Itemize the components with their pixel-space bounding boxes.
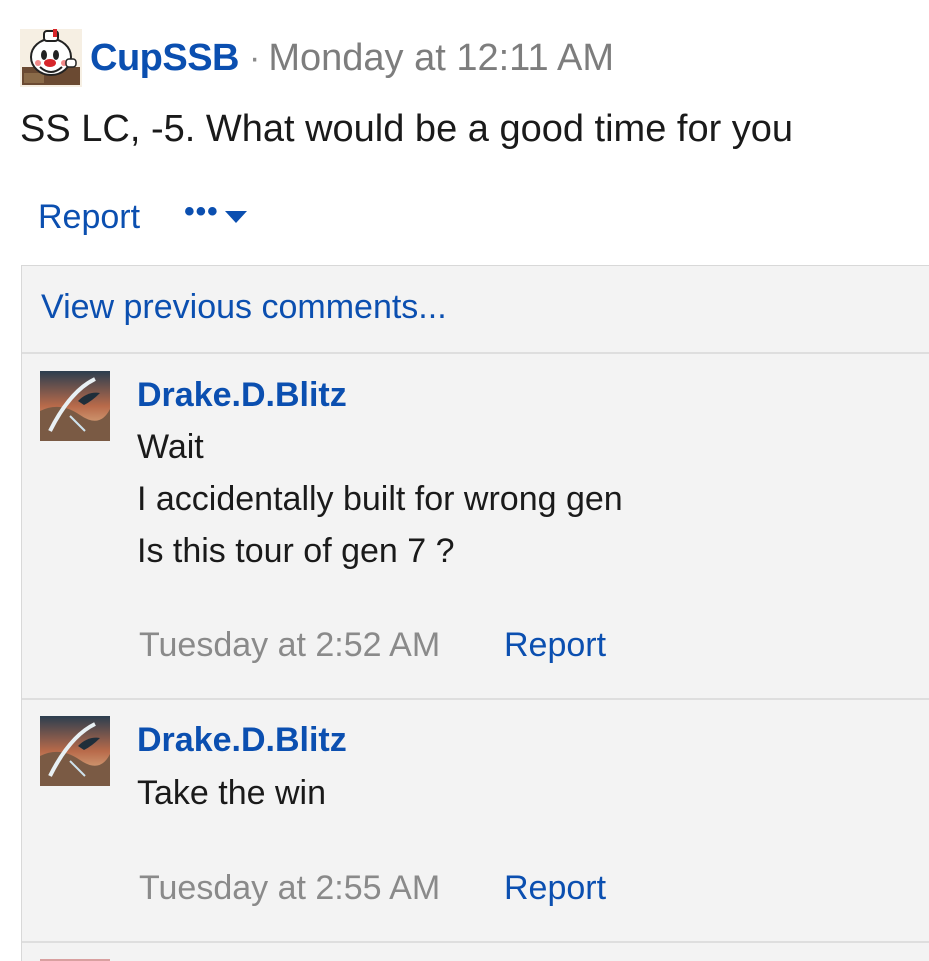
chevron-down-icon: [224, 211, 247, 223]
comment-timestamp[interactable]: Tuesday at 2:55 AM: [139, 869, 440, 908]
post-body-text: SS LC, -5. What would be a good time for…: [20, 108, 794, 150]
post-actions: Report •••: [38, 192, 247, 242]
comment-author-link[interactable]: Drake.D.Blitz: [137, 721, 347, 760]
more-dots-icon: •••: [184, 195, 219, 228]
post-timestamp[interactable]: Monday at 12:11 AM: [268, 37, 614, 80]
comment-report-link[interactable]: Report: [504, 869, 606, 908]
report-link[interactable]: Report: [38, 198, 140, 237]
comment-divider: [22, 941, 929, 943]
cuphead-avatar[interactable]: [20, 29, 82, 87]
comments-section: View previous comments... Drake.D.Blitz: [21, 265, 929, 961]
comment-text-line: Is this tour of gen 7 ?: [137, 532, 455, 570]
comment-divider: [22, 698, 929, 700]
post-header: CupSSB · Monday at 12:11 AM: [20, 28, 614, 88]
thread-page: CupSSB · Monday at 12:11 AM SS LC, -5. W…: [0, 0, 929, 961]
comment-text-line: I accidentally built for wrong gen: [137, 480, 623, 518]
comment-timestamp[interactable]: Tuesday at 2:52 AM: [139, 626, 440, 665]
comment-text-line: Wait: [137, 428, 204, 466]
meta-separator: ·: [249, 38, 261, 77]
comment-report-link[interactable]: Report: [504, 626, 606, 665]
comment-divider: [22, 352, 929, 354]
post-author-link[interactable]: CupSSB: [90, 37, 240, 80]
comment-author-link[interactable]: Drake.D.Blitz: [137, 376, 347, 415]
dragon-art-avatar[interactable]: [40, 371, 110, 441]
comment-text-line: Take the win: [137, 774, 326, 812]
dragon-art-avatar[interactable]: [40, 716, 110, 786]
more-options-menu[interactable]: •••: [184, 197, 247, 227]
view-previous-comments-link[interactable]: View previous comments...: [41, 288, 447, 327]
